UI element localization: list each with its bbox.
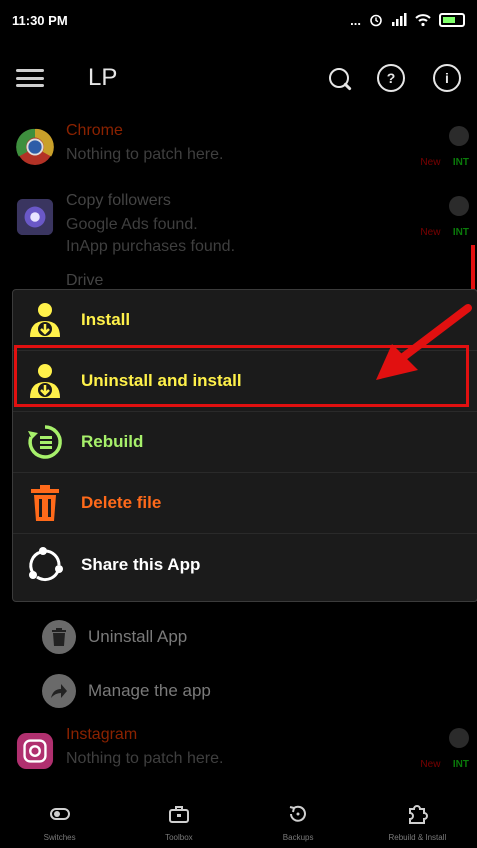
trash-icon — [25, 483, 65, 523]
menu-label: Share this App — [81, 554, 201, 574]
install-icon — [25, 361, 65, 401]
app-name: Copy followers — [66, 192, 171, 209]
copy-followers-app-icon — [16, 198, 54, 236]
rebuild-option[interactable]: Rebuild — [13, 412, 477, 473]
toolbox-icon — [168, 806, 189, 823]
tag-int: INT — [452, 227, 469, 238]
share-arrow-icon — [42, 674, 76, 708]
instagram-app-icon — [16, 732, 54, 770]
rebuild-icon — [25, 422, 65, 462]
menu-label: Delete file — [81, 493, 162, 512]
info-icon[interactable]: i — [433, 64, 461, 92]
manage-app-item[interactable]: Manage the app — [0, 664, 477, 718]
app-name: Instagram — [66, 726, 138, 743]
nav-switches[interactable]: Switches — [15, 803, 105, 842]
app-list: Chrome Nothing to patch here. New INT Co… — [0, 116, 477, 302]
puzzle-icon — [449, 196, 469, 216]
app-tags: New INT — [420, 126, 469, 170]
status-bar: 11:30 PM ... — [0, 0, 477, 40]
app-name: Chrome — [66, 122, 123, 139]
puzzle-icon — [409, 805, 429, 824]
signal-icon — [392, 13, 407, 26]
share-icon — [25, 545, 65, 585]
app-title: LP — [88, 64, 118, 91]
item-label: Manage the app — [88, 681, 211, 700]
install-icon — [25, 300, 65, 340]
tag-int: INT — [452, 759, 469, 770]
switch-icon — [49, 808, 70, 820]
help-icon[interactable]: ? — [377, 64, 405, 92]
wifi-icon — [415, 14, 431, 27]
nav-label: Toolbox — [165, 833, 193, 842]
app-description: Nothing to patch here. — [66, 750, 224, 767]
list-item[interactable]: Chrome Nothing to patch here. New INT — [0, 116, 477, 186]
description-line: Google Ads found. — [66, 216, 198, 233]
secondary-actions: Uninstall App Manage the app — [0, 610, 477, 718]
app-description: Google Ads found. InApp purchases found. — [66, 214, 235, 258]
share-app-option[interactable]: Share this App — [13, 534, 477, 595]
uninstall-app-item[interactable]: Uninstall App — [0, 610, 477, 664]
nav-toolbox[interactable]: Toolbox — [134, 803, 224, 842]
bottom-navigation: Switches Toolbox Backups Rebuild & Insta… — [0, 788, 477, 848]
list-item[interactable]: Copy followers Google Ads found. InApp p… — [0, 186, 477, 282]
tag-new: New — [420, 227, 441, 238]
action-sheet: Install Uninstall and install Rebuild De… — [12, 289, 477, 602]
chrome-app-icon — [16, 128, 54, 166]
trash-icon — [42, 620, 76, 654]
list-item[interactable]: Instagram Nothing to patch here. New INT — [0, 718, 477, 788]
menu-icon[interactable] — [16, 69, 44, 87]
menu-label: Install — [81, 310, 131, 329]
app-bar: LP ? i — [0, 40, 477, 116]
notification-dots: ... — [350, 12, 361, 28]
tag-int: INT — [452, 157, 469, 168]
toolbar-actions: ? i — [329, 64, 461, 92]
nav-rebuild-install[interactable]: Rebuild & Install — [372, 803, 462, 842]
delete-file-option[interactable]: Delete file — [13, 473, 477, 534]
description-line: InApp purchases found. — [66, 238, 236, 255]
menu-label: Rebuild — [81, 432, 144, 451]
battery-icon — [439, 13, 465, 27]
item-label: Uninstall App — [88, 627, 188, 646]
backup-icon — [289, 805, 307, 822]
tag-new: New — [420, 759, 441, 770]
menu-label: Uninstall and install — [81, 371, 242, 390]
puzzle-icon — [449, 728, 469, 748]
status-icons: ... — [350, 13, 465, 28]
nav-label: Rebuild & Install — [388, 833, 447, 842]
nav-label: Switches — [43, 833, 76, 842]
nav-backups[interactable]: Backups — [253, 803, 343, 842]
app-description: Nothing to patch here. — [66, 146, 224, 163]
uninstall-and-install-option[interactable]: Uninstall and install — [13, 351, 477, 412]
search-icon[interactable] — [329, 68, 349, 88]
nav-label: Backups — [282, 833, 314, 842]
puzzle-icon — [449, 126, 469, 146]
app-tags: New INT — [420, 196, 469, 240]
app-tags: New INT — [420, 728, 469, 772]
status-time: 11:30 PM — [12, 12, 68, 28]
tag-new: New — [420, 157, 441, 168]
app-name: Drive — [66, 272, 104, 289]
alarm-icon — [370, 14, 382, 27]
install-option[interactable]: Install — [13, 290, 477, 351]
